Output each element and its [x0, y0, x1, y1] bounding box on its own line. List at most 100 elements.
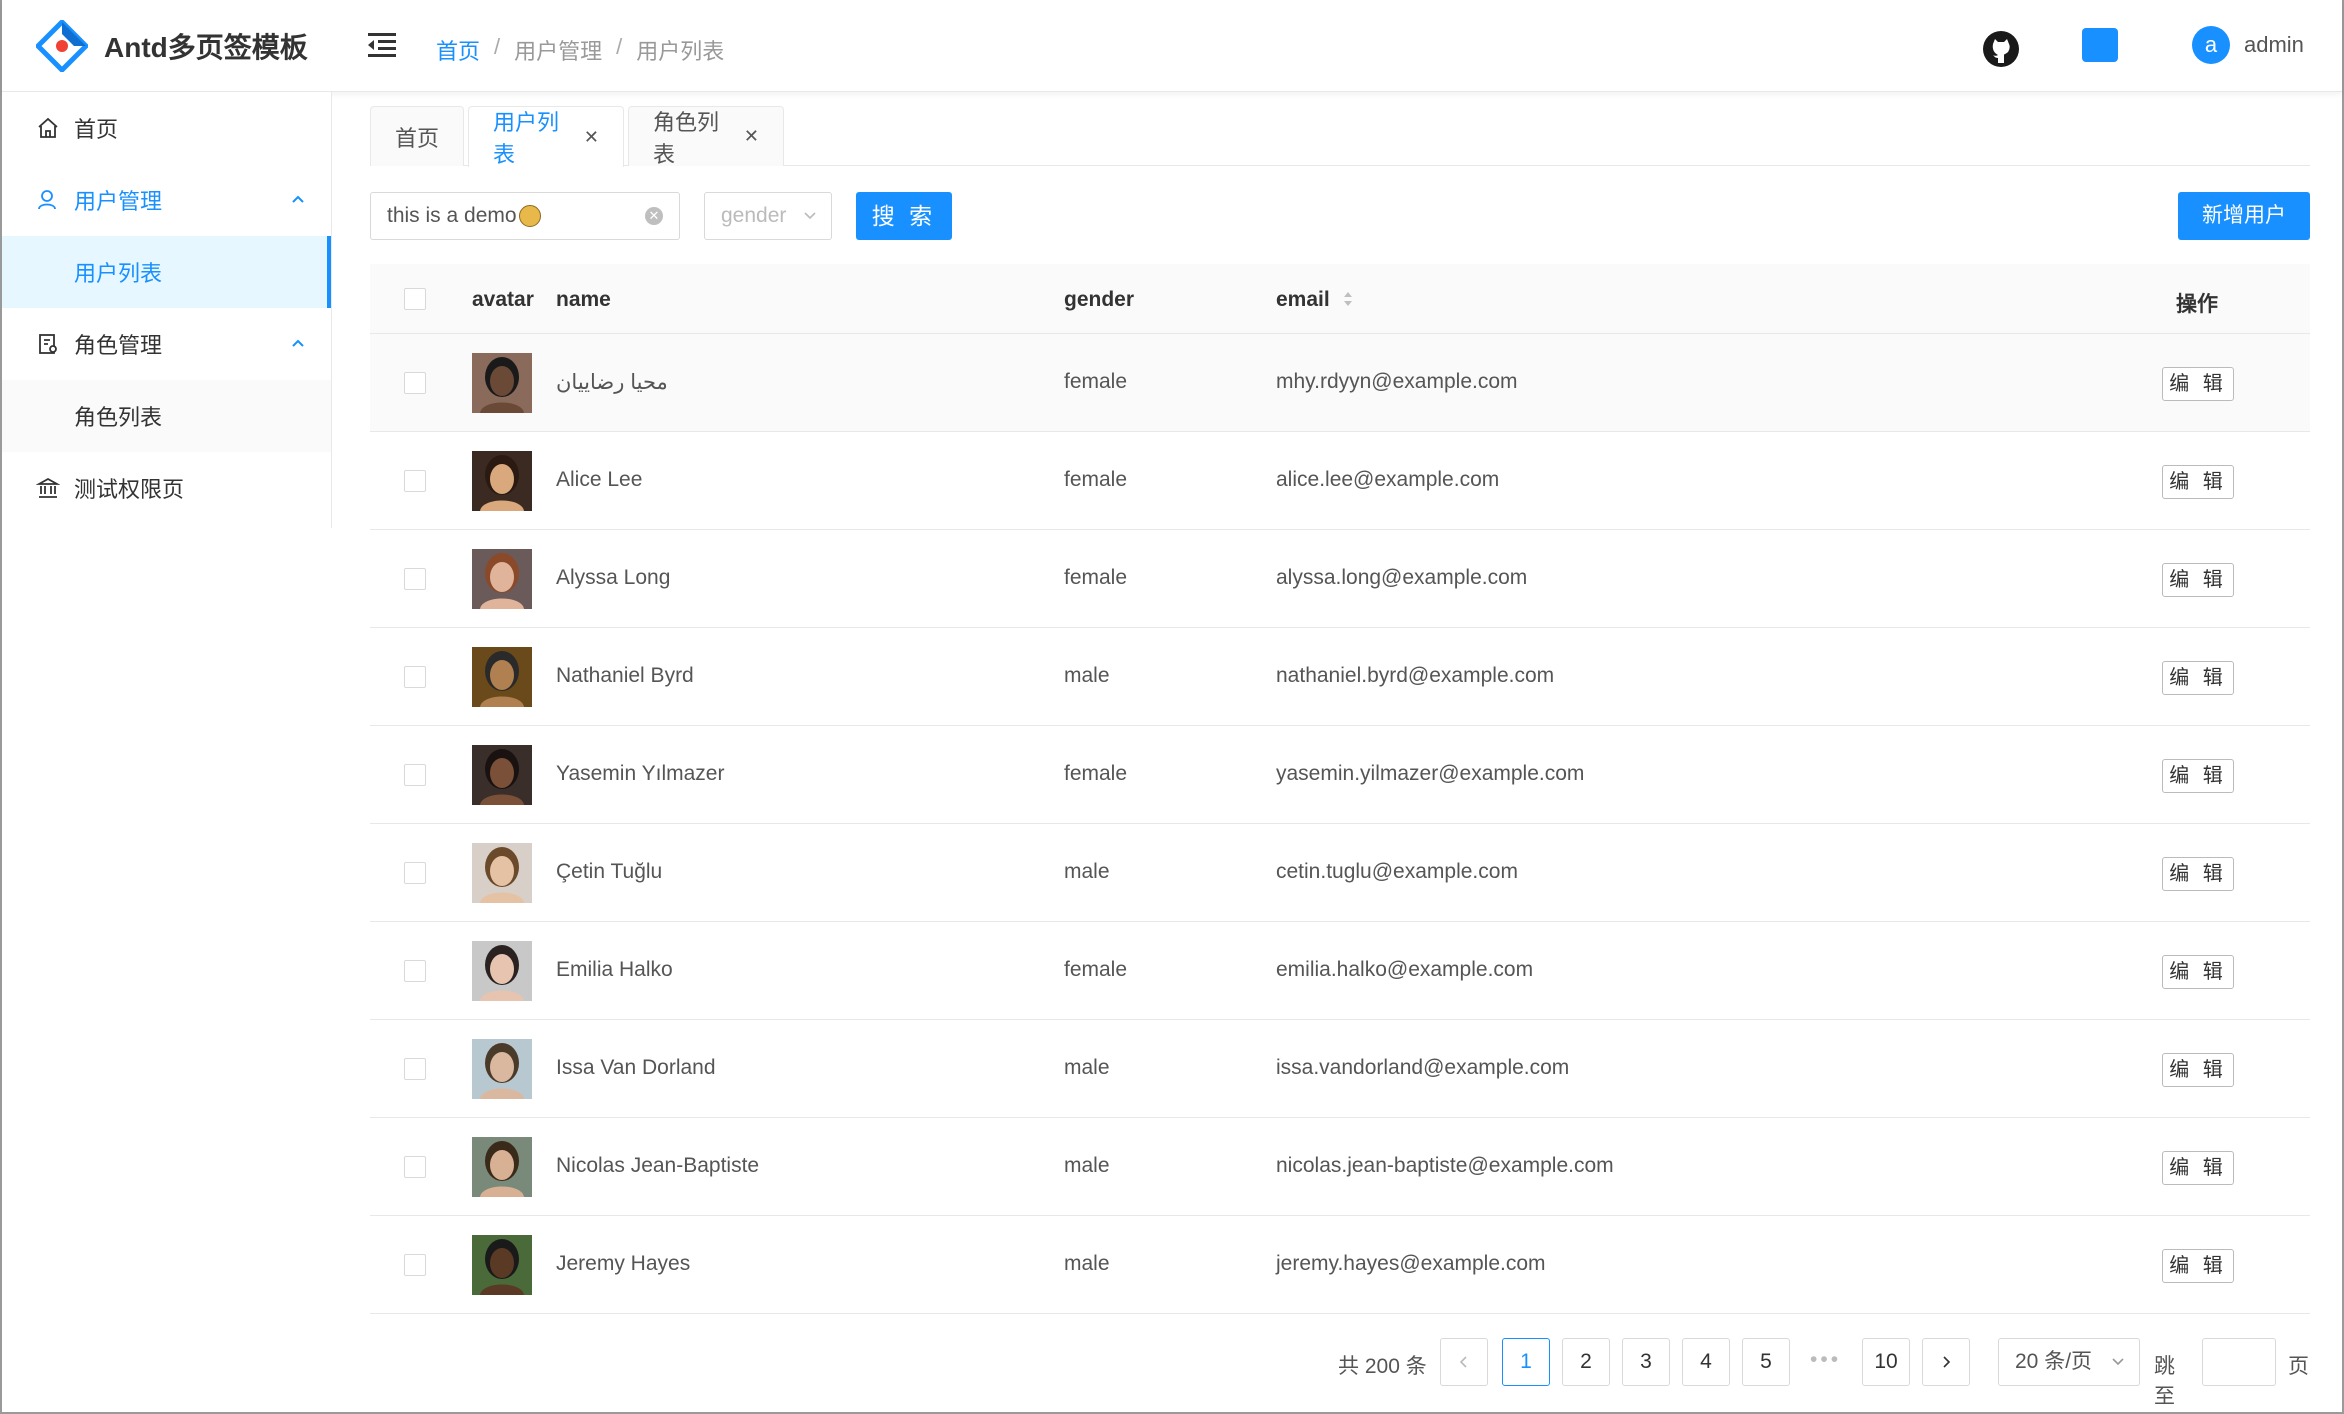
page-size-value: 20 条/页	[2015, 1350, 2093, 1373]
pagination-page-3[interactable]: 3	[1622, 1338, 1670, 1386]
cell-gender: male	[1064, 1056, 1110, 1079]
search-input[interactable]: this is a demo ✕	[370, 192, 680, 240]
page-size-select[interactable]: 20 条/页	[1998, 1338, 2140, 1386]
column-header-actions: 操作	[2176, 293, 2218, 316]
add-user-button[interactable]: 新增用户	[2178, 192, 2310, 240]
search-button[interactable]: 搜 索	[856, 192, 952, 240]
chevron-down-icon	[804, 212, 816, 220]
breadcrumb-user-management[interactable]: 用户管理	[514, 34, 602, 66]
sidebar-item-label: 首页	[74, 117, 119, 142]
cell-email: alice.lee@example.com	[1276, 468, 1500, 491]
edit-button[interactable]: 编 辑	[2162, 857, 2234, 891]
cell-name: Yasemin Yılmazer	[556, 762, 725, 785]
sidebar-item-role-management[interactable]: 角色管理	[2, 308, 331, 380]
row-checkbox[interactable]	[404, 1058, 426, 1080]
cell-gender: female	[1064, 566, 1128, 589]
user-avatar	[472, 549, 532, 609]
pagination-next-button[interactable]	[1922, 1338, 1970, 1386]
tab-bar: 首页 用户列表 ✕ 角色列表 ✕	[370, 106, 2310, 167]
page-suffix: 页	[2288, 1355, 2309, 1378]
tab-role-list[interactable]: 角色列表 ✕	[628, 106, 784, 167]
menu-fold-icon[interactable]	[368, 32, 396, 58]
edit-button[interactable]: 编 辑	[2162, 759, 2234, 793]
edit-button[interactable]: 编 辑	[2162, 955, 2234, 989]
cell-gender: male	[1064, 1252, 1110, 1275]
row-checkbox[interactable]	[404, 960, 426, 982]
github-icon[interactable]	[1982, 30, 2020, 68]
logo-icon	[36, 20, 88, 72]
cell-email: emilia.halko@example.com	[1276, 958, 1534, 981]
emoji-icon	[518, 205, 541, 227]
table-row: Nathaniel Byrd male nathaniel.byrd@example…	[370, 628, 2310, 726]
user-table: avatar name gender email 操作 محیا رضاییان…	[370, 264, 2310, 1314]
logo[interactable]: Antd多页签模板	[36, 20, 308, 72]
gender-select[interactable]: gender	[704, 192, 832, 240]
edit-button[interactable]: 编 辑	[2162, 367, 2234, 401]
pagination-page-5[interactable]: 5	[1742, 1338, 1790, 1386]
column-header-email[interactable]: email	[1276, 288, 1330, 312]
row-checkbox[interactable]	[404, 666, 426, 688]
edit-button[interactable]: 编 辑	[2162, 1249, 2234, 1283]
cell-name: Issa Van Dorland	[556, 1056, 716, 1079]
pagination-ellipsis[interactable]: •••	[1810, 1348, 1841, 1372]
cell-gender: female	[1064, 762, 1128, 785]
clear-icon[interactable]: ✕	[645, 207, 663, 225]
pagination-page-10[interactable]: 10	[1862, 1338, 1910, 1386]
chevron-left-icon	[1459, 1356, 1467, 1368]
row-checkbox[interactable]	[404, 1156, 426, 1178]
sidebar-item-user-list[interactable]: 用户列表	[2, 236, 331, 308]
theme-color-button[interactable]	[2082, 28, 2118, 62]
row-checkbox[interactable]	[404, 372, 426, 394]
pagination-prev-button[interactable]	[1440, 1338, 1488, 1386]
cell-name: Nicolas Jean-Baptiste	[556, 1154, 760, 1177]
sidebar-item-home[interactable]: 首页	[2, 92, 331, 164]
edit-button[interactable]: 编 辑	[2162, 563, 2234, 597]
chevron-down-icon	[2112, 1358, 2124, 1366]
breadcrumb-home[interactable]: 首页	[436, 34, 480, 66]
row-checkbox[interactable]	[404, 568, 426, 590]
sidebar: 首页 用户管理 用户列表 角色管理 角色列表 测试权限页	[2, 92, 332, 528]
cell-email: cetin.tuglu@example.com	[1276, 860, 1518, 883]
cell-name: Jeremy Hayes	[556, 1252, 691, 1275]
header: Antd多页签模板 首页 / 用户管理 / 用户列表 a admin	[2, 0, 2342, 92]
edit-button[interactable]: 编 辑	[2162, 661, 2234, 695]
row-checkbox[interactable]	[404, 764, 426, 786]
row-checkbox[interactable]	[404, 862, 426, 884]
cell-name: Alyssa Long	[556, 566, 671, 589]
sidebar-item-user-management[interactable]: 用户管理	[2, 164, 331, 236]
table-row: Emilia Halko female emilia.halko@example.c…	[370, 922, 2310, 1020]
cell-email: alyssa.long@example.com	[1276, 566, 1528, 589]
sidebar-item-label: 角色列表	[74, 405, 163, 430]
row-checkbox[interactable]	[404, 470, 426, 492]
user-menu[interactable]: a admin	[2192, 26, 2304, 64]
sort-icon[interactable]	[1342, 288, 1354, 310]
close-icon[interactable]: ✕	[744, 126, 759, 147]
jump-label: 跳至	[2154, 1355, 2175, 1408]
pagination-page-4[interactable]: 4	[1682, 1338, 1730, 1386]
sidebar-item-permission-test[interactable]: 测试权限页	[2, 452, 331, 524]
table-row: Alice Lee female alice.lee@example.com 编 辑	[370, 432, 2310, 530]
row-checkbox[interactable]	[404, 1254, 426, 1276]
pagination-page-2[interactable]: 2	[1562, 1338, 1610, 1386]
tab-home[interactable]: 首页	[370, 106, 464, 166]
user-avatar	[472, 745, 532, 805]
column-header-name: name	[556, 288, 611, 311]
tab-label: 首页	[395, 125, 440, 151]
sidebar-item-role-list[interactable]: 角色列表	[2, 380, 331, 452]
edit-button[interactable]: 编 辑	[2162, 465, 2234, 499]
home-icon	[38, 117, 58, 138]
pagination-page-1[interactable]: 1	[1502, 1338, 1550, 1386]
column-header-gender: gender	[1064, 288, 1135, 311]
user-avatar	[472, 1235, 532, 1295]
close-icon[interactable]: ✕	[584, 127, 599, 148]
breadcrumb-separator: /	[616, 34, 623, 59]
edit-button[interactable]: 编 辑	[2162, 1053, 2234, 1087]
jump-page-input[interactable]	[2202, 1338, 2276, 1386]
edit-button[interactable]: 编 辑	[2162, 1151, 2234, 1185]
cell-name: Emilia Halko	[556, 958, 673, 981]
cell-name: Alice Lee	[556, 468, 643, 491]
gender-select-placeholder: gender	[721, 204, 787, 227]
cell-gender: female	[1064, 468, 1128, 491]
select-all-checkbox[interactable]	[404, 288, 426, 310]
tab-user-list[interactable]: 用户列表 ✕	[468, 106, 624, 167]
